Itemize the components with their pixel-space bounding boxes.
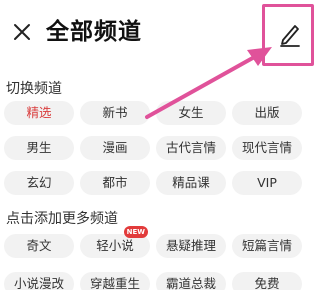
channel-chip[interactable]: 男生 [4, 136, 74, 160]
channel-chip[interactable]: 女生 [156, 101, 226, 125]
add-channel-chip[interactable]: 免费 [232, 272, 302, 290]
add-channel-chip-with-badge[interactable]: 轻小说 NEW [80, 226, 150, 258]
channel-chip[interactable]: 漫画 [80, 136, 150, 160]
channel-chip[interactable]: 新书 [80, 101, 150, 125]
add-channel-chip[interactable]: 奇文 [4, 234, 74, 258]
switch-channel-title: 切换频道 [6, 81, 62, 97]
add-channel-chip[interactable]: 穿越重生 [80, 272, 150, 290]
add-channel-title: 点击添加更多频道 [6, 211, 118, 227]
close-button[interactable] [10, 20, 34, 44]
channel-chip[interactable]: VIP [232, 171, 302, 195]
channel-chip[interactable]: 现代言情 [232, 136, 302, 160]
channel-chip[interactable]: 出版 [232, 101, 302, 125]
add-channel-chip[interactable]: 小说漫改 [4, 272, 74, 290]
channel-chip[interactable]: 都市 [80, 171, 150, 195]
channel-chip[interactable]: 玄幻 [4, 171, 74, 195]
annotation-highlight-box [262, 4, 314, 66]
add-channel-label: 轻小说 [96, 238, 134, 253]
channel-chip[interactable]: 古代言情 [156, 136, 226, 160]
add-channel-chip[interactable]: 短篇言情 [232, 234, 302, 258]
add-channel-chip[interactable]: 悬疑推理 [156, 234, 226, 258]
add-channel-chip[interactable]: 霸道总裁 [156, 272, 226, 290]
channel-chip[interactable]: 精品课 [156, 171, 226, 195]
channel-chip[interactable]: 精选 [4, 101, 74, 125]
close-icon [14, 24, 30, 40]
page-title: 全部频道 [46, 19, 142, 45]
new-badge: NEW [123, 226, 148, 238]
